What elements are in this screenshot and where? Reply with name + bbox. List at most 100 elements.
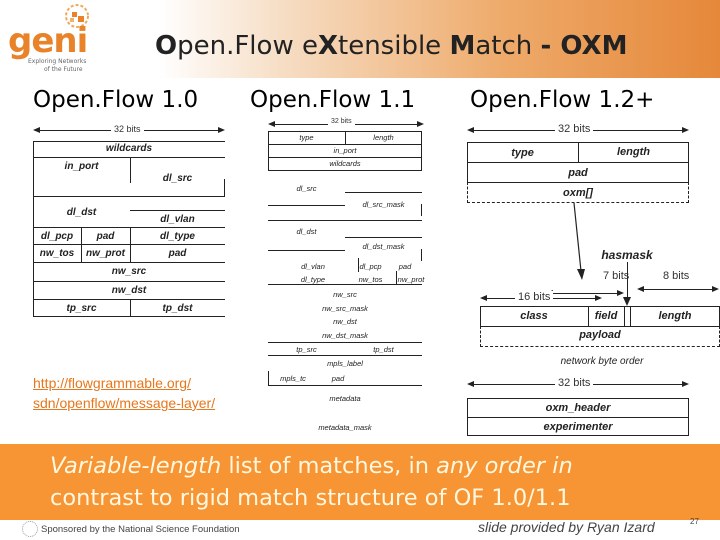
- field-dl-pcp: dl_pcp: [40, 231, 74, 242]
- version-label-of11: Open.Flow 1.1: [250, 87, 416, 113]
- of12-oxm-diagram: 32 bits type length pad oxm[] hasmask 7 …: [467, 122, 720, 442]
- field-tp-dst: tp_dst: [373, 345, 394, 354]
- length-width-arrow: [639, 289, 717, 290]
- version-label-of12: Open.Flow 1.2+: [470, 87, 655, 113]
- title-part: M: [449, 31, 476, 61]
- field-width-arrow: [548, 293, 620, 294]
- divider: [33, 196, 225, 197]
- divider: [268, 385, 422, 386]
- summary-emphasis: Variable-length: [50, 453, 222, 479]
- divider: [268, 144, 422, 145]
- arrow-right-icon: [218, 127, 225, 133]
- divider: [33, 244, 225, 245]
- field-dl-src: dl_src: [296, 184, 317, 193]
- field-pad: pad: [96, 231, 115, 242]
- field-nw-dst-mask: nw_dst_mask: [322, 331, 368, 340]
- title-part: atch: [475, 31, 541, 61]
- arrow-down-icon: [623, 297, 631, 306]
- summary-line-1: Variable-length list of matches, in any …: [50, 451, 573, 481]
- arrow-right-icon: [595, 295, 602, 301]
- divider: [33, 141, 225, 142]
- field-dl-src: dl_src: [162, 173, 193, 184]
- slide-credit: slide provided by Ryan Izard: [478, 519, 655, 535]
- divider: [33, 281, 225, 282]
- field-oxm-list: oxm[]: [563, 187, 593, 199]
- field-class: class: [520, 310, 548, 322]
- title-part: pen.Flow e: [177, 31, 318, 61]
- title-part: X: [317, 31, 339, 61]
- field-dl-dst: dl_dst: [66, 207, 97, 218]
- divider: [467, 417, 689, 418]
- logo-tagline-1: Exploring Networks: [28, 58, 87, 65]
- logo-tagline-2: of the Future: [44, 66, 83, 73]
- divider: [268, 170, 422, 171]
- field-tp-dst: tp_dst: [162, 303, 193, 314]
- field-tp-src: tp_src: [66, 303, 97, 314]
- summary-line-2: contrast to rigid match structure of OF …: [50, 485, 571, 511]
- of11-match-diagram: 32 bits type length in_port wildcards dl…: [268, 116, 424, 446]
- hasmask-label: hasmask: [601, 248, 653, 262]
- width-label: 32 bits: [111, 124, 144, 134]
- field-wildcards: wildcards: [105, 143, 153, 154]
- divider: [268, 355, 422, 356]
- divider: [268, 157, 422, 158]
- field-nw-proto: nw_prot: [86, 248, 125, 259]
- divider: [467, 162, 689, 163]
- field-nw-tos: nw_tos: [358, 275, 383, 284]
- arrow-left-icon: [268, 121, 275, 127]
- field-in-port: in_port: [333, 146, 357, 155]
- arrow-left-icon: [33, 127, 40, 133]
- arrow-left-icon: [467, 381, 474, 387]
- divider: [33, 157, 225, 158]
- of10-match-diagram: 32 bits wildcards in_port dl_src dl_dst …: [33, 122, 225, 322]
- field-nw-dst: nw_dst: [333, 317, 357, 326]
- width-label: 32 bits: [328, 118, 355, 125]
- field-nw-src: nw_src: [111, 266, 147, 277]
- divider: [130, 210, 225, 211]
- bits-7-label: 7 bits: [603, 270, 630, 282]
- arrow-right-icon: [682, 127, 689, 133]
- bits-16-label: 16 bits: [515, 291, 554, 303]
- divider: [345, 237, 422, 238]
- source-link[interactable]: http://flowgrammable.org/ sdn/openflow/m…: [33, 373, 248, 413]
- page-number: 27: [690, 517, 699, 526]
- summary-emphasis: any order in: [436, 453, 573, 479]
- field-metadata-mask: metadata_mask: [318, 423, 372, 432]
- divider: [33, 299, 225, 300]
- sponsor-text: Sponsored by the National Science Founda…: [41, 523, 240, 535]
- field-metadata: metadata: [329, 394, 361, 403]
- field-tp-src: tp_src: [296, 345, 317, 354]
- title-part: O: [155, 31, 178, 61]
- field-nw-tos: nw_tos: [39, 248, 75, 259]
- field-length: length: [617, 146, 650, 158]
- summary-text: list of matches, in: [221, 453, 437, 479]
- divider: [33, 262, 225, 263]
- divider: [268, 342, 422, 343]
- field-mpls-label: mpls_label: [327, 359, 363, 368]
- field-nw-src-mask: nw_src_mask: [322, 304, 368, 313]
- field-experimenter: experimenter: [543, 421, 613, 433]
- field-dl-src-mask: dl_src_mask: [362, 200, 405, 209]
- bits-8-label: 8 bits: [663, 270, 690, 282]
- field-payload: payload: [579, 329, 621, 341]
- divider: [268, 284, 422, 285]
- sponsor-footer: Sponsored by the National Science Founda…: [22, 521, 240, 537]
- divider: [33, 316, 225, 317]
- arrow-left-icon: [480, 295, 487, 301]
- width-label: 32 bits: [555, 123, 594, 135]
- field-type: type: [299, 133, 314, 142]
- field-pad: pad: [168, 248, 187, 259]
- field-dl-dst-mask: dl_dst_mask: [362, 242, 405, 251]
- logo-wordmark: geni: [8, 21, 88, 61]
- field-length: length: [373, 133, 394, 142]
- field-oxm-header: oxm_header: [545, 402, 611, 414]
- field-pad: pad: [398, 262, 412, 271]
- field-field: field: [594, 310, 618, 322]
- field-dl-vlan: dl_vlan: [160, 214, 195, 225]
- arrow-right-icon: [417, 121, 424, 127]
- nsf-seal-icon: [22, 521, 38, 537]
- expand-arrow-icon: [573, 203, 585, 280]
- field-dl-type: dl_type: [159, 231, 195, 242]
- title-part: - OXM: [540, 31, 628, 61]
- divider: [624, 306, 625, 327]
